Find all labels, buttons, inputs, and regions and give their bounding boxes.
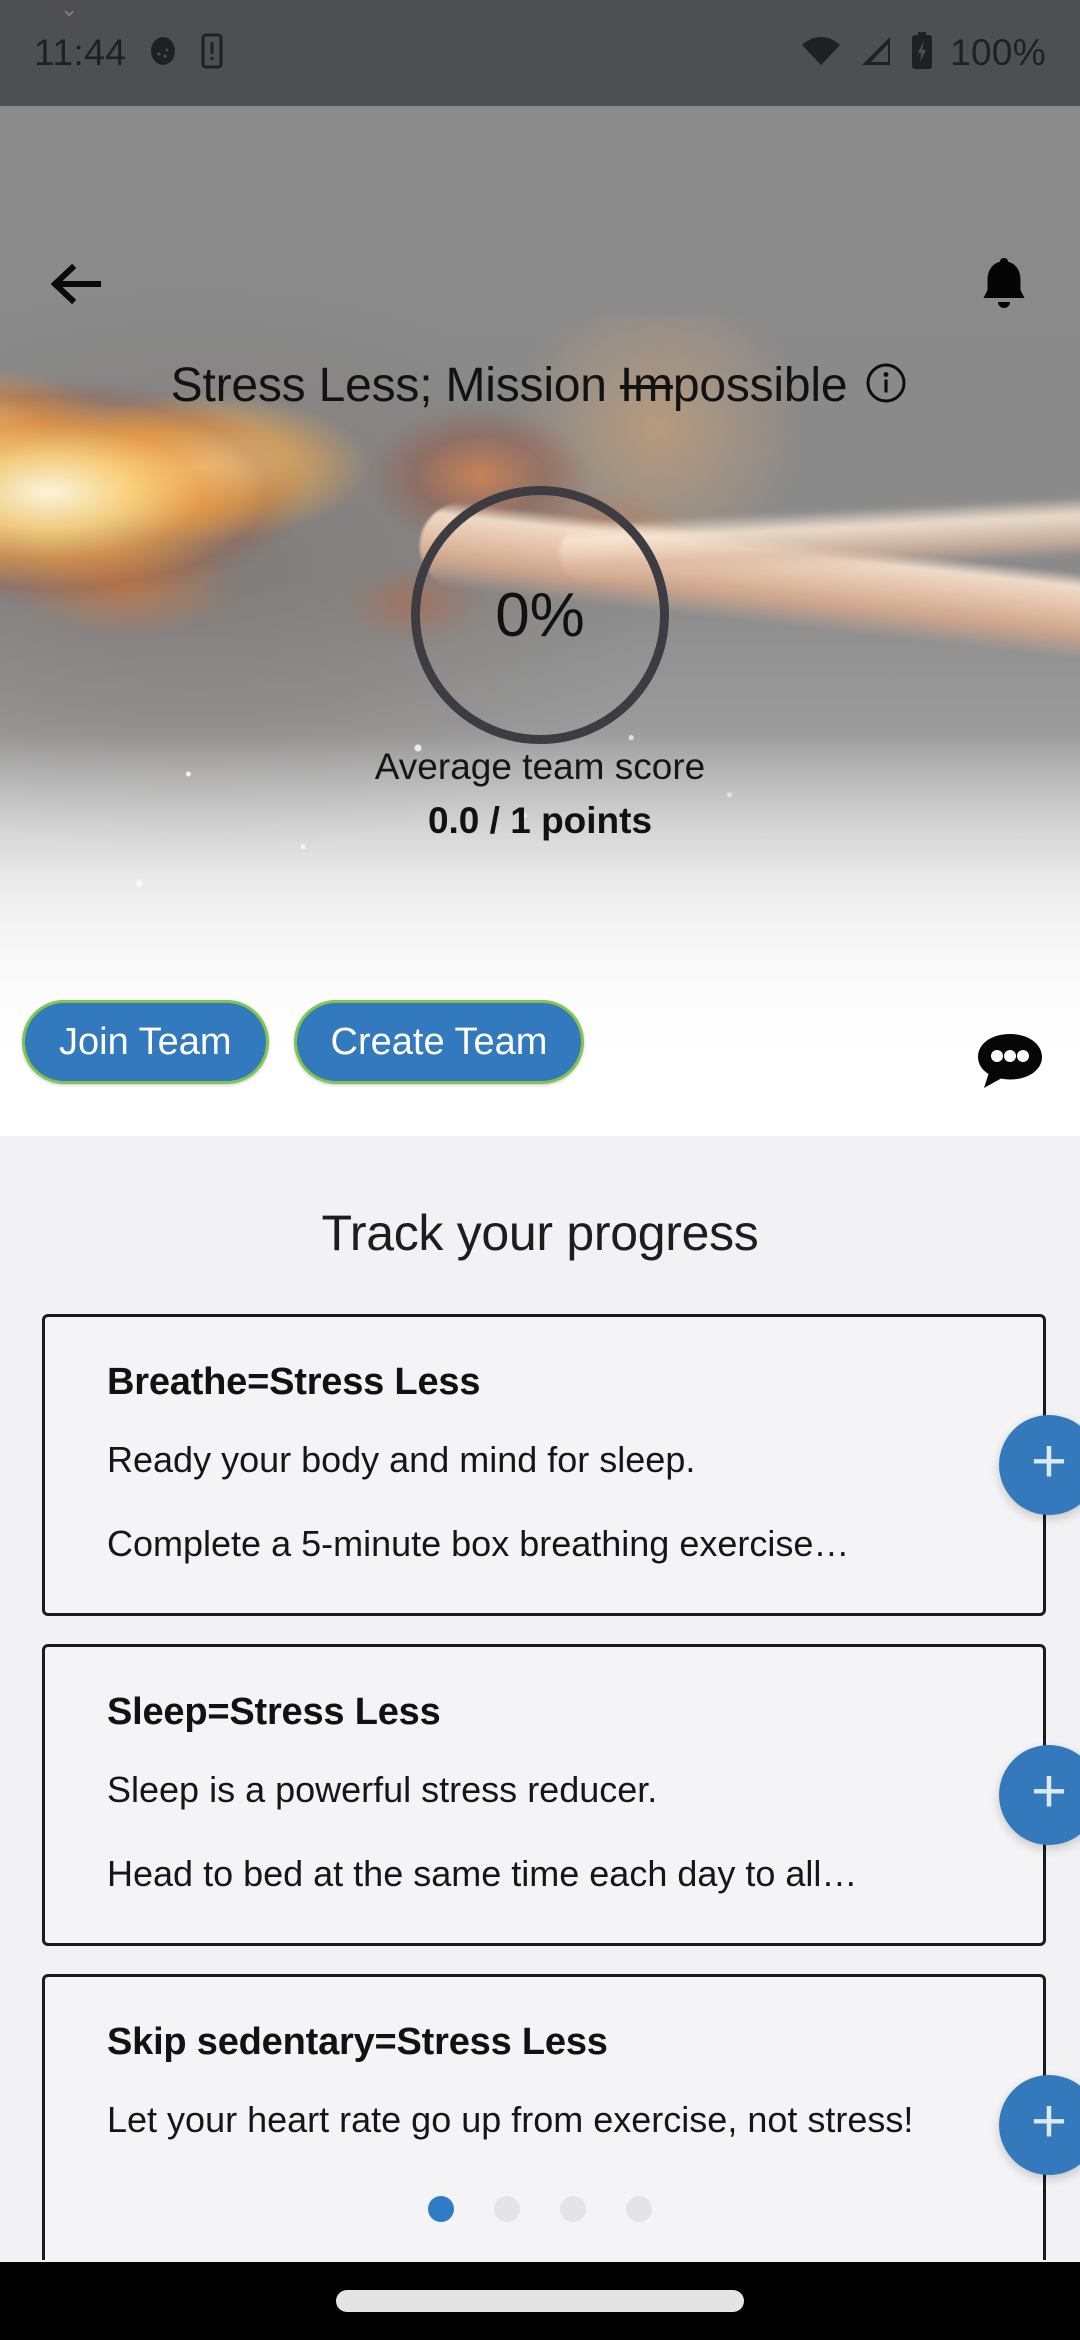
add-habit-button[interactable]: + (999, 1415, 1080, 1515)
carousel-pagination (0, 2196, 1080, 2222)
back-arrow-icon (46, 256, 106, 317)
habit-card-detail: Complete a 5-minute box breathing exerci… (107, 1522, 850, 1564)
plus-icon: + (1030, 1427, 1068, 1496)
pagination-dot-3[interactable] (560, 2196, 586, 2222)
habit-card-subtitle: Sleep is a powerful stress reducer. (107, 1769, 658, 1810)
pagination-dot-2[interactable] (494, 2196, 520, 2222)
battery-percentage: 100% (950, 32, 1046, 73)
habit-card-list: Breathe=Stress Less Ready your body and … (0, 1314, 1080, 2260)
habit-card[interactable]: Breathe=Stress Less Ready your body and … (42, 1314, 1080, 1616)
home-gesture-indicator[interactable] (336, 2290, 744, 2312)
create-team-button[interactable]: Create Team (293, 1000, 585, 1084)
habit-card-subtitle: Let your heart rate go up from exercise,… (107, 2099, 914, 2140)
join-team-button[interactable]: Join Team (22, 1000, 269, 1084)
status-bar-clock: 11:44 (34, 32, 127, 73)
chat-bubble-icon (974, 1034, 1046, 1096)
battery-charging-icon (910, 31, 934, 75)
vibrate-icon (200, 33, 224, 74)
status-bar-right: 100% (800, 31, 1046, 75)
team-progress-ring: 0% (411, 486, 669, 744)
screenshot-icon (148, 34, 178, 73)
hero-banner: Stress Less; Mission Impossible 0% Avera… (0, 106, 1080, 1136)
notifications-button[interactable] (964, 246, 1044, 326)
habit-card-title: Breathe=Stress Less (107, 1361, 481, 1403)
challenge-title-row: Stress Less; Mission Impossible (0, 358, 1080, 413)
habit-card-title: Skip sedentary=Stress Less (107, 2021, 608, 2063)
title-struck-segment: Im (619, 359, 673, 412)
pagination-dot-4[interactable] (626, 2196, 652, 2222)
plus-icon: + (1030, 1757, 1068, 1826)
pagination-dot-1[interactable] (428, 2196, 454, 2222)
progress-section-clip: Track your progress Breathe=Stress Less … (0, 1144, 1080, 2260)
bell-icon (977, 254, 1031, 319)
hero-toolbar (0, 106, 1080, 308)
cellular-signal-icon (858, 34, 894, 73)
habit-card-title: Sleep=Stress Less (107, 1691, 441, 1733)
average-score-label: Average team score (374, 746, 706, 787)
system-navigation-bar (0, 2262, 1080, 2340)
track-progress-section: Track your progress Breathe=Stress Less … (0, 1144, 1080, 2260)
status-bar: ⌄ 11:44 100% (0, 0, 1080, 106)
wifi-icon (800, 34, 842, 73)
team-progress-ring-wrap: 0% (0, 486, 1080, 744)
info-button[interactable] (863, 363, 909, 409)
points-label: 0.0 / 1 points (427, 800, 653, 841)
habit-card[interactable]: Sleep=Stress Less Sleep is a powerful st… (42, 1644, 1080, 1946)
add-habit-button[interactable]: + (999, 1745, 1080, 1845)
habit-card-detail: Head to bed at the same time each day to… (107, 1852, 858, 1894)
title-suffix: possible (672, 359, 848, 412)
app-screen: ⌄ 11:44 100% Stress Less; Mission Imposs… (0, 0, 1080, 2340)
progress-percent-label: 0% (495, 580, 585, 650)
info-circle-icon (864, 361, 908, 410)
status-bar-left: 11:44 (34, 32, 224, 74)
page-title: Stress Less; Mission Impossible (171, 358, 848, 413)
plus-icon: + (1030, 2087, 1068, 2156)
chat-button[interactable] (974, 1030, 1046, 1092)
title-prefix: Stress Less; Mission (170, 359, 620, 412)
notification-chevron-icon: ⌄ (60, 0, 79, 21)
team-action-row: Join Team Create Team (22, 1000, 585, 1084)
track-progress-title: Track your progress (321, 1205, 759, 1261)
add-habit-button[interactable]: + (999, 2075, 1080, 2175)
habit-card-subtitle: Ready your body and mind for sleep. (107, 1439, 696, 1480)
back-button[interactable] (36, 246, 116, 326)
